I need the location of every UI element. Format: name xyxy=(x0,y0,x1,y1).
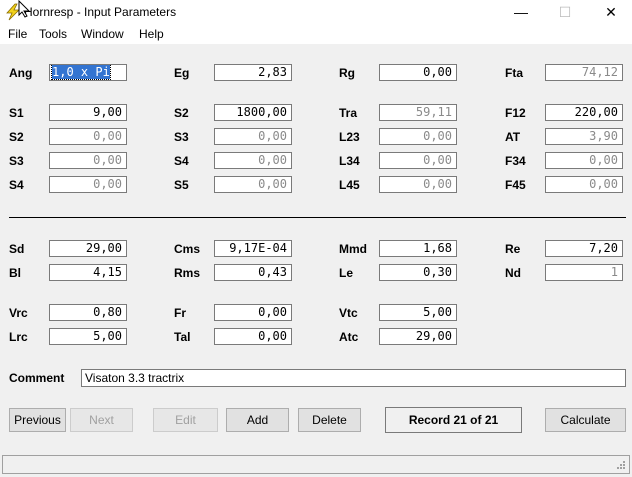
field-le[interactable]: 0,30 xyxy=(379,264,457,281)
field-mmd[interactable]: 1,68 xyxy=(379,240,457,257)
label-tal: Tal xyxy=(174,330,191,344)
label-bl: Bl xyxy=(9,266,21,280)
field-sd[interactable]: 29,00 xyxy=(49,240,127,257)
label-le: Le xyxy=(339,266,354,280)
comment-field[interactable]: Visaton 3.3 tractrix xyxy=(81,369,626,387)
field-s2[interactable]: 0,00 xyxy=(49,128,127,145)
maximize-button[interactable]: ☐ xyxy=(542,0,588,24)
next-button[interactable]: Next xyxy=(70,408,133,432)
field-rms[interactable]: 0,43 xyxy=(214,264,292,281)
field-ang-value: 1,0 x Pi xyxy=(51,65,111,80)
label-rms: Rms xyxy=(174,266,201,280)
mouse-cursor-icon xyxy=(18,0,31,18)
field-atc[interactable]: 29,00 xyxy=(379,328,457,345)
field-f12[interactable]: 220,00 xyxy=(545,104,623,121)
field-ang[interactable]: 1,0 x Pi xyxy=(49,64,127,81)
title-bar: Hornresp - Input Parameters — ☐ ✕ xyxy=(0,0,632,24)
field-s2-col2[interactable]: 1800,00 xyxy=(214,104,292,121)
close-button[interactable]: ✕ xyxy=(588,0,632,24)
field-l45[interactable]: 0,00 xyxy=(379,176,457,193)
window-title: Hornresp - Input Parameters xyxy=(24,5,177,19)
field-l34[interactable]: 0,00 xyxy=(379,152,457,169)
label-vtc: Vtc xyxy=(339,306,358,320)
label-f12: F12 xyxy=(505,106,526,120)
add-button[interactable]: Add xyxy=(226,408,289,432)
field-re[interactable]: 7,20 xyxy=(545,240,623,257)
record-indicator: Record 21 of 21 xyxy=(385,407,522,433)
label-ang: Ang xyxy=(9,66,33,80)
field-tal[interactable]: 0,00 xyxy=(214,328,292,345)
label-vrc: Vrc xyxy=(9,306,28,320)
field-s4-col2[interactable]: 0,00 xyxy=(214,152,292,169)
label-l34: L34 xyxy=(339,154,360,168)
label-nd: Nd xyxy=(505,266,521,280)
field-nd[interactable]: 1 xyxy=(545,264,623,281)
minimize-button[interactable]: — xyxy=(498,0,544,24)
menu-file[interactable]: File xyxy=(8,27,27,41)
label-l23: L23 xyxy=(339,130,360,144)
delete-button[interactable]: Delete xyxy=(298,408,361,432)
field-f45[interactable]: 0,00 xyxy=(545,176,623,193)
label-s4: S4 xyxy=(9,178,24,192)
field-s3[interactable]: 0,00 xyxy=(49,152,127,169)
menu-window[interactable]: Window xyxy=(81,27,124,41)
field-tra: 59,11 xyxy=(379,104,457,121)
label-s4-col2: S4 xyxy=(174,154,189,168)
field-cms[interactable]: 9,17E-04 xyxy=(214,240,292,257)
label-comment: Comment xyxy=(9,371,65,385)
label-f34: F34 xyxy=(505,154,526,168)
field-fr[interactable]: 0,00 xyxy=(214,304,292,321)
label-atc: Atc xyxy=(339,330,359,344)
menu-bar: File Tools Window Help xyxy=(0,24,632,45)
resize-grip-icon[interactable] xyxy=(615,459,625,469)
label-cms: Cms xyxy=(174,242,201,256)
field-s3-col2[interactable]: 0,00 xyxy=(214,128,292,145)
menu-help[interactable]: Help xyxy=(139,27,164,41)
field-f34[interactable]: 0,00 xyxy=(545,152,623,169)
field-fta: 74,12 xyxy=(545,64,623,81)
field-s1[interactable]: 9,00 xyxy=(49,104,127,121)
label-sd: Sd xyxy=(9,242,25,256)
previous-button[interactable]: Previous xyxy=(9,408,66,432)
edit-button[interactable]: Edit xyxy=(153,408,218,432)
field-at: 3,90 xyxy=(545,128,623,145)
field-lrc[interactable]: 5,00 xyxy=(49,328,127,345)
status-bar xyxy=(2,455,630,474)
label-fta: Fta xyxy=(505,66,523,80)
label-at: AT xyxy=(505,130,521,144)
field-eg[interactable]: 2,83 xyxy=(214,64,292,81)
calculate-button[interactable]: Calculate xyxy=(545,408,626,432)
label-f45: F45 xyxy=(505,178,526,192)
label-rg: Rg xyxy=(339,66,355,80)
label-fr: Fr xyxy=(174,306,186,320)
field-rg[interactable]: 0,00 xyxy=(379,64,457,81)
field-s5[interactable]: 0,00 xyxy=(214,176,292,193)
field-bl[interactable]: 4,15 xyxy=(49,264,127,281)
label-s3-col2: S3 xyxy=(174,130,189,144)
label-lrc: Lrc xyxy=(9,330,28,344)
field-vtc[interactable]: 5,00 xyxy=(379,304,457,321)
label-eg: Eg xyxy=(174,66,190,80)
label-re: Re xyxy=(505,242,521,256)
label-s2-col2: S2 xyxy=(174,106,189,120)
label-s5: S5 xyxy=(174,178,189,192)
label-s2: S2 xyxy=(9,130,24,144)
section-divider xyxy=(9,217,626,218)
field-l23[interactable]: 0,00 xyxy=(379,128,457,145)
label-tra: Tra xyxy=(339,106,358,120)
label-l45: L45 xyxy=(339,178,360,192)
menu-tools[interactable]: Tools xyxy=(39,27,67,41)
label-s3: S3 xyxy=(9,154,24,168)
label-s1: S1 xyxy=(9,106,24,120)
field-s4[interactable]: 0,00 xyxy=(49,176,127,193)
label-mmd: Mmd xyxy=(339,242,367,256)
field-vrc[interactable]: 0,80 xyxy=(49,304,127,321)
